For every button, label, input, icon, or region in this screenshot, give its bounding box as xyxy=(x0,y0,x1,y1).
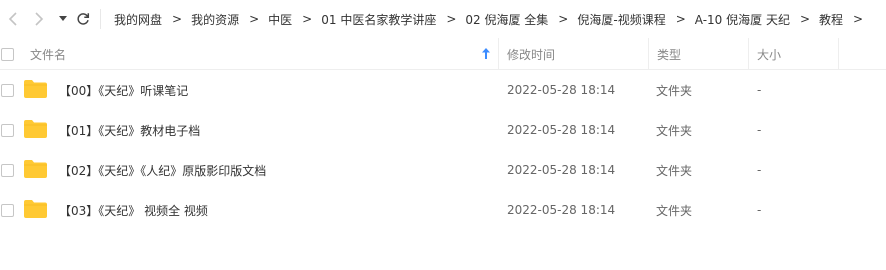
folder-icon xyxy=(24,80,47,98)
breadcrumb-item-collection[interactable]: 02 倪海厦 全集 xyxy=(465,11,548,28)
file-type: 文件夹 xyxy=(656,203,693,218)
breadcrumb-separator: > xyxy=(249,12,260,26)
file-size: - xyxy=(757,203,762,217)
forward-button[interactable] xyxy=(29,9,49,29)
chevron-right-icon xyxy=(35,12,44,26)
nav-divider xyxy=(100,9,101,29)
breadcrumb-item-tianji[interactable]: A-10 倪海厦 天纪 xyxy=(695,11,790,28)
column-header-name-label: 文件名 xyxy=(30,47,67,62)
breadcrumb-item-lectures[interactable]: 01 中医名家教学讲座 xyxy=(321,11,436,28)
breadcrumb-item-my-drive[interactable]: 我的网盘 xyxy=(114,11,162,28)
modified-time: 2022-05-28 18:14 xyxy=(507,203,616,217)
breadcrumb-item-tcm[interactable]: 中医 xyxy=(268,11,292,28)
column-header-size-label: 大小 xyxy=(757,47,782,62)
column-header-modified[interactable]: 修改时间 xyxy=(499,38,649,70)
chevron-left-icon xyxy=(8,12,17,26)
breadcrumb-item-my-resources[interactable]: 我的资源 xyxy=(191,11,239,28)
refresh-icon xyxy=(77,13,90,25)
folder-icon xyxy=(24,200,47,218)
breadcrumb-separator: > xyxy=(853,12,864,26)
breadcrumb-separator: > xyxy=(302,12,313,26)
column-header-modified-label: 修改时间 xyxy=(507,47,556,62)
breadcrumb-separator: > xyxy=(446,12,457,26)
folder-icon xyxy=(24,160,47,178)
navigation-bar: 我的网盘 > 我的资源 > 中医 > 01 中医名家教学讲座 > 02 倪海厦 … xyxy=(0,0,886,38)
column-header-name[interactable]: 文件名 xyxy=(20,38,499,70)
row-checkbox[interactable] xyxy=(1,204,14,217)
column-header-type-label: 类型 xyxy=(657,47,682,62)
row-checkbox[interactable] xyxy=(1,84,14,97)
row-checkbox[interactable] xyxy=(1,164,14,177)
modified-time: 2022-05-28 18:14 xyxy=(507,123,616,137)
refresh-button[interactable] xyxy=(73,9,93,29)
breadcrumb: 我的网盘 > 我的资源 > 中医 > 01 中医名家教学讲座 > 02 倪海厦 … xyxy=(114,0,872,38)
modified-time: 2022-05-28 18:14 xyxy=(507,83,616,97)
file-name[interactable]: 【02】《天纪》《人纪》原版影印版文档 xyxy=(59,150,266,190)
column-header-type[interactable]: 类型 xyxy=(649,38,749,70)
file-list-header: 文件名 修改时间 类型 大小 xyxy=(0,38,886,70)
select-all-cell xyxy=(0,38,20,70)
file-type: 文件夹 xyxy=(656,83,693,98)
table-row[interactable]: 【03】《天纪》 视频全 视频 2022-05-28 18:14 文件夹 - xyxy=(0,190,886,230)
file-size: - xyxy=(757,83,762,97)
table-row[interactable]: 【00】《天纪》听课笔记 2022-05-28 18:14 文件夹 - xyxy=(0,70,886,110)
file-name[interactable]: 【01】《天纪》教材电子档 xyxy=(59,110,200,150)
breadcrumb-item-tutorial[interactable]: 教程 xyxy=(819,11,843,28)
row-checkbox[interactable] xyxy=(1,124,14,137)
caret-down-icon xyxy=(59,16,67,21)
modified-time: 2022-05-28 18:14 xyxy=(507,163,616,177)
table-row[interactable]: 【01】《天纪》教材电子档 2022-05-28 18:14 文件夹 - xyxy=(0,110,886,150)
sort-arrow-up-icon xyxy=(482,48,490,59)
select-all-checkbox[interactable] xyxy=(1,47,14,61)
column-header-size[interactable]: 大小 xyxy=(749,38,839,70)
breadcrumb-item-video-course[interactable]: 倪海厦-视频课程 xyxy=(577,11,665,28)
file-type: 文件夹 xyxy=(656,163,693,178)
history-dropdown-button[interactable] xyxy=(53,9,73,29)
file-type: 文件夹 xyxy=(656,123,693,138)
breadcrumb-separator: > xyxy=(558,12,569,26)
file-name[interactable]: 【03】《天纪》 视频全 视频 xyxy=(59,190,208,230)
breadcrumb-separator: > xyxy=(675,12,686,26)
folder-icon xyxy=(24,120,47,138)
breadcrumb-separator: > xyxy=(799,12,811,26)
back-button[interactable] xyxy=(3,9,23,29)
file-size: - xyxy=(757,163,762,177)
file-size: - xyxy=(757,123,762,137)
breadcrumb-separator: > xyxy=(172,12,183,26)
file-name[interactable]: 【00】《天纪》听课笔记 xyxy=(59,70,188,110)
table-row[interactable]: 【02】《天纪》《人纪》原版影印版文档 2022-05-28 18:14 文件夹… xyxy=(0,150,886,190)
